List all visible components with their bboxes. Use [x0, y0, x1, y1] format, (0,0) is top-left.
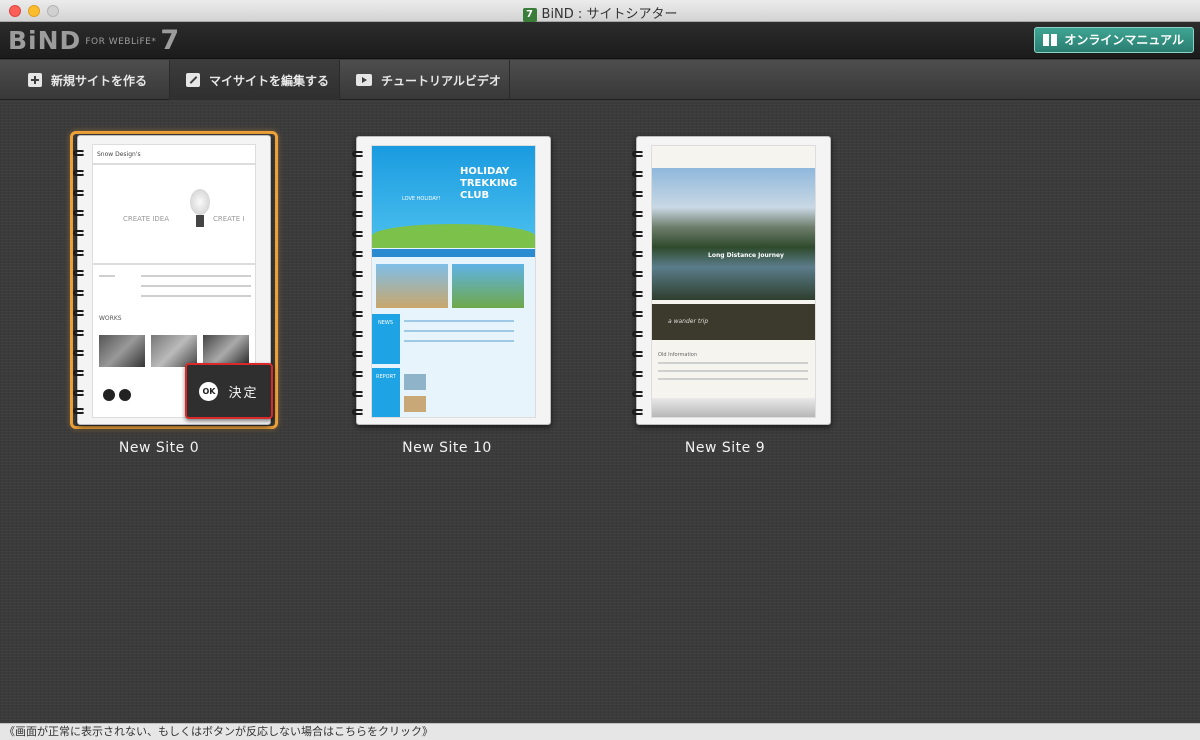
online-manual-label: オンラインマニュアル: [1064, 33, 1184, 47]
confirm-label: 決定: [228, 385, 259, 401]
thumbnail-page: Long Distance Journey a wander trip Old …: [651, 145, 816, 418]
confirm-button[interactable]: OK 決定: [185, 363, 273, 419]
book-icon: [1043, 34, 1058, 46]
spiral-binding: [73, 150, 85, 416]
thumb-brand: a wander trip: [668, 318, 709, 325]
site-thumbnail-10[interactable]: HOLIDAY TREKKING CLUB LOVE HOLIDAY! NEWS…: [352, 136, 551, 425]
thumb-news: NEWS: [378, 320, 394, 326]
thumb-headline: Long Distance Journey: [708, 252, 784, 259]
thumb-section: WORKS: [99, 315, 122, 322]
thumb-report: REPORT: [376, 374, 396, 380]
plus-icon: [28, 73, 42, 87]
site-thumbnail-9[interactable]: Long Distance Journey a wander trip Old …: [632, 136, 831, 425]
window-title: 7 BiND : サイトシアター: [0, 3, 1200, 22]
thumb-section: Old Information: [658, 352, 698, 358]
title-bar: 7 BiND : サイトシアター: [0, 0, 1200, 22]
bind-logo: BiND FOR WEBLiFE* 7: [8, 25, 179, 56]
edit-site-label: マイサイトを編集する: [209, 73, 330, 88]
thumb-headline-left: CREATE IDEA: [123, 215, 170, 223]
online-manual-button[interactable]: オンラインマニュアル: [1034, 27, 1194, 53]
thumb-headline: HOLIDAY TREKKING CLUB: [460, 166, 518, 201]
logo-version: 7: [160, 25, 180, 56]
logo-main: BiND: [8, 26, 82, 55]
ok-icon: OK: [199, 381, 219, 401]
logo-sub: FOR WEBLiFE*: [85, 37, 157, 47]
thumb-brand: Snow Design's: [97, 151, 141, 158]
window-title-text: BiND : サイトシアター: [541, 7, 678, 22]
toolbar: 新規サイトを作る マイサイトを編集する チュートリアルビデオ: [0, 60, 1200, 100]
site-theater: Snow Design's CREATE IDEA CREATE I WORKS: [0, 101, 1200, 723]
site-name-9: New Site 9: [684, 440, 766, 456]
tutorial-video-button[interactable]: チュートリアルビデオ: [340, 60, 510, 100]
new-site-button[interactable]: 新規サイトを作る: [0, 60, 170, 100]
thumb-tag: LOVE HOLIDAY!: [402, 196, 441, 202]
pencil-icon: [186, 73, 200, 87]
play-icon: [356, 74, 372, 86]
site-name-10: New Site 10: [402, 440, 492, 456]
thumbnail-page: HOLIDAY TREKKING CLUB LOVE HOLIDAY! NEWS…: [371, 145, 536, 418]
new-site-label: 新規サイトを作る: [51, 73, 148, 88]
app-icon: 7: [522, 8, 537, 22]
troubleshoot-link[interactable]: 《画面が正常に表示されない、もしくはボタンが反応しない場合はこちらをクリック》: [0, 723, 1200, 740]
spiral-binding: [352, 151, 364, 417]
app-header: BiND FOR WEBLiFE* 7 オンラインマニュアル: [0, 22, 1200, 59]
spiral-binding: [632, 151, 644, 417]
tutorial-video-label: チュートリアルビデオ: [381, 73, 501, 88]
thumb-headline-right: CREATE I: [213, 215, 245, 223]
edit-site-button[interactable]: マイサイトを編集する: [170, 60, 340, 100]
site-name-0: New Site 0: [118, 440, 200, 456]
